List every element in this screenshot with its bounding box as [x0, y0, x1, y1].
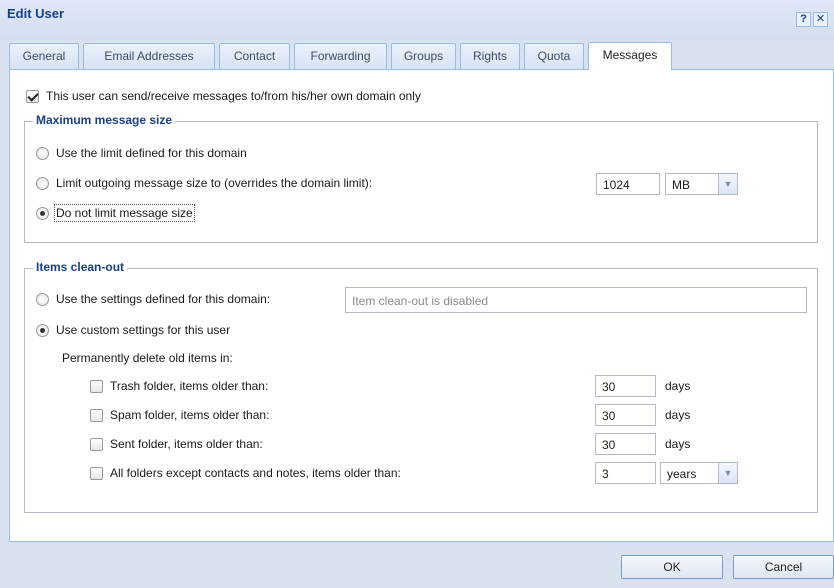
cleanout-item-sent[interactable]: Sent folder, items older than: — [90, 437, 263, 451]
own-domain-checkbox[interactable] — [26, 89, 39, 103]
trash-checkbox[interactable] — [90, 379, 103, 393]
chevron-down-icon[interactable]: ▼ — [718, 463, 737, 483]
spam-unit: days — [665, 408, 691, 422]
close-icon[interactable]: ✕ — [813, 12, 828, 27]
sent-unit: days — [665, 437, 691, 451]
max-size-group: Maximum message size Use the limit defin… — [24, 113, 818, 243]
trash-unit: days — [665, 379, 691, 393]
radio-domain-limit-label: Use the limit defined for this domain — [56, 146, 247, 160]
window-title: Edit User — [7, 6, 65, 21]
radio-no-limit[interactable] — [36, 206, 49, 220]
ok-button[interactable]: OK — [621, 555, 723, 579]
cleanout-legend: Items clean-out — [33, 260, 128, 274]
cleanout-option-custom[interactable]: Use custom settings for this user — [36, 323, 230, 337]
cleanout-item-trash[interactable]: Trash folder, items older than: — [90, 379, 268, 393]
tab-messages[interactable]: Messages — [588, 42, 672, 70]
trash-label: Trash folder, items older than: — [110, 379, 269, 393]
chevron-down-icon[interactable]: ▼ — [718, 174, 737, 194]
cleanout-option-domain[interactable]: Use the settings defined for this domain… — [36, 292, 270, 306]
size-unit-value: MB — [672, 178, 690, 192]
all-folders-checkbox[interactable] — [90, 466, 103, 480]
own-domain-label: This user can send/receive messages to/f… — [46, 89, 421, 103]
tab-quota[interactable]: Quota — [524, 43, 584, 69]
permanent-delete-text: Permanently delete old items in: — [62, 351, 233, 365]
tab-rights[interactable]: Rights — [460, 43, 520, 69]
sent-label: Sent folder, items older than: — [110, 437, 263, 451]
tab-groups[interactable]: Groups — [391, 43, 456, 69]
spam-days-input[interactable]: 30 — [595, 404, 656, 426]
cleanout-item-all[interactable]: All folders except contacts and notes, i… — [90, 466, 401, 480]
cleanout-item-spam[interactable]: Spam folder, items older than: — [90, 408, 269, 422]
cancel-button[interactable]: Cancel — [733, 555, 834, 579]
radio-limit-outgoing-label: Limit outgoing message size to (override… — [56, 176, 373, 190]
window-titlebar: Edit User ? ✕ — [0, 0, 834, 40]
size-limit-input[interactable]: 1024 — [596, 173, 660, 195]
permanent-delete-label: Permanently delete old items in: — [62, 351, 233, 365]
radio-cleanout-custom[interactable] — [36, 323, 49, 337]
radio-cleanout-domain[interactable] — [36, 292, 49, 306]
max-size-option-domain[interactable]: Use the limit defined for this domain — [36, 146, 247, 160]
all-folders-label: All folders except contacts and notes, i… — [110, 466, 401, 480]
all-folders-unit-value: years — [667, 467, 697, 481]
size-unit-select[interactable]: MB ▼ — [665, 173, 738, 195]
trash-days-input[interactable]: 30 — [595, 375, 656, 397]
radio-cleanout-custom-label: Use custom settings for this user — [56, 323, 231, 337]
tab-general[interactable]: General — [9, 43, 79, 69]
spam-label: Spam folder, items older than: — [110, 408, 270, 422]
tab-contact[interactable]: Contact — [219, 43, 290, 69]
tab-email-addresses[interactable]: Email Addresses — [83, 43, 215, 69]
messages-panel: This user can send/receive messages to/f… — [9, 69, 834, 542]
all-folders-value-input[interactable]: 3 — [595, 462, 656, 484]
sent-checkbox[interactable] — [90, 437, 103, 451]
radio-no-limit-label: Do not limit message size — [54, 204, 195, 222]
help-icon[interactable]: ? — [796, 12, 811, 27]
max-size-option-nolimit[interactable]: Do not limit message size — [36, 204, 195, 222]
cleanout-group: Items clean-out Use the settings defined… — [24, 260, 818, 513]
radio-limit-outgoing[interactable] — [36, 176, 49, 190]
tab-forwarding[interactable]: Forwarding — [294, 43, 387, 69]
max-size-legend: Maximum message size — [33, 113, 176, 127]
cleanout-domain-status: Item clean-out is disabled — [345, 287, 807, 313]
radio-domain-limit[interactable] — [36, 146, 49, 160]
max-size-option-limit[interactable]: Limit outgoing message size to (override… — [36, 176, 372, 190]
spam-checkbox[interactable] — [90, 408, 103, 422]
radio-cleanout-domain-label: Use the settings defined for this domain… — [56, 292, 271, 306]
all-folders-unit-select[interactable]: years ▼ — [660, 462, 738, 484]
own-domain-row[interactable]: This user can send/receive messages to/f… — [26, 89, 421, 103]
sent-days-input[interactable]: 30 — [595, 433, 656, 455]
